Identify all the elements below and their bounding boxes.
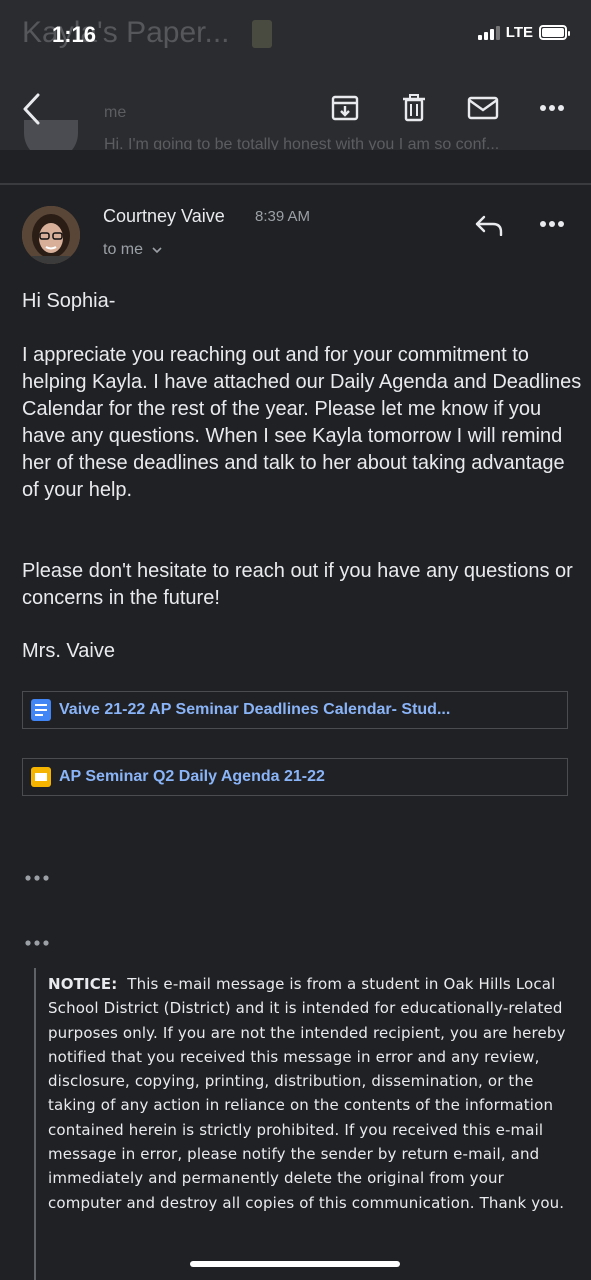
app-header: Kayla's Paper... 1:16 LTE me Hi. I'm goi… [0, 0, 591, 160]
recipient-label: to me [103, 241, 144, 258]
sent-time: 8:39 AM [255, 208, 311, 225]
body-paragraph-2: Please don't hesitate to reach out if yo… [22, 560, 573, 609]
quoted-notice: NOTICE: This e-mail message is from a st… [34, 968, 576, 1280]
avatar-photo [22, 206, 80, 264]
archive-icon[interactable] [331, 94, 359, 122]
notice-heading: NOTICE: [48, 975, 118, 993]
sender-avatar[interactable] [22, 206, 80, 264]
status-time: 1:16 [52, 22, 97, 47]
recipient-toggle[interactable]: to me [103, 241, 163, 259]
attachment-label: AP Seminar Q2 Daily Agenda 21-22 [59, 768, 325, 785]
home-indicator[interactable] [190, 1261, 400, 1267]
signal-icon [477, 25, 500, 40]
show-trimmed-content-icon[interactable] [25, 874, 49, 882]
message-more-icon[interactable] [539, 220, 565, 228]
label-tag-icon [252, 20, 272, 48]
attachment-daily-agenda[interactable]: AP Seminar Q2 Daily Agenda 21-22 [22, 758, 568, 796]
header-gap [0, 150, 591, 186]
divider [0, 183, 591, 185]
google-slides-icon [31, 767, 51, 787]
battery-icon [539, 25, 570, 40]
trash-icon[interactable] [401, 94, 427, 122]
mail-icon[interactable] [467, 96, 499, 120]
notice-body: This e-mail message is from a student in… [48, 975, 566, 1212]
previous-message-sender: me [104, 104, 127, 121]
greeting: Hi Sophia- [22, 290, 116, 312]
reply-icon[interactable] [474, 214, 504, 236]
back-arrow-icon[interactable] [20, 92, 44, 126]
status-indicators: LTE [477, 24, 570, 41]
google-docs-icon [31, 699, 51, 721]
attachment-label: Vaive 21-22 AP Seminar Deadlines Calenda… [59, 701, 451, 718]
sender-name: Courtney Vaive [103, 206, 225, 226]
attachment-deadlines-calendar[interactable]: Vaive 21-22 AP Seminar Deadlines Calenda… [22, 691, 568, 729]
signature: Mrs. Vaive [22, 640, 115, 662]
network-type: LTE [505, 24, 533, 41]
show-quoted-text-icon[interactable] [25, 939, 49, 947]
body-paragraph-1: I appreciate you reaching out and for yo… [22, 344, 582, 501]
more-options-icon[interactable] [539, 104, 565, 112]
notice-text: NOTICE: This e-mail message is from a st… [48, 972, 570, 1215]
chevron-down-icon [152, 247, 163, 254]
